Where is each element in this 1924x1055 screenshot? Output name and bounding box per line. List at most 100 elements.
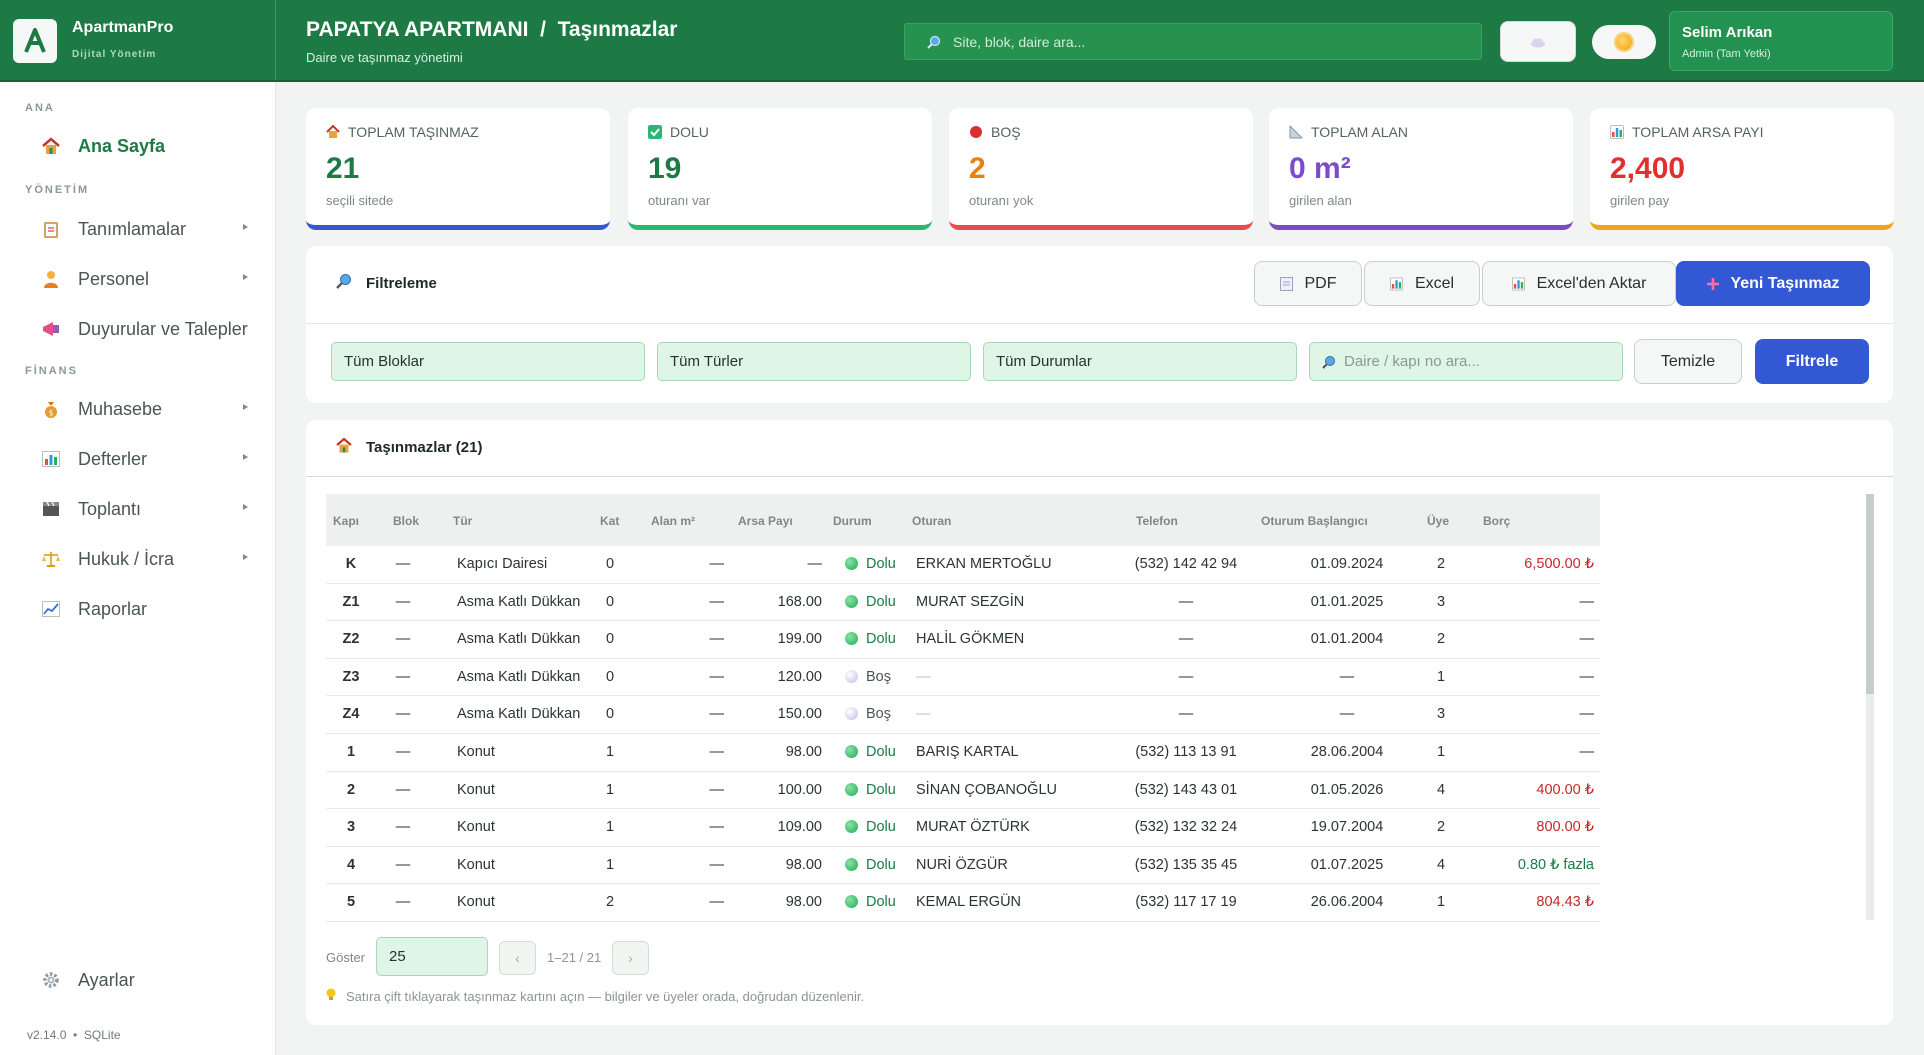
cell-kapi: 5 bbox=[346, 894, 356, 911]
table-row[interactable]: K — Kapıcı Dairesi 0 — — Dolu ERKAN MERTOĞLU (53… bbox=[326, 546, 1600, 584]
sidebar-item-label: Toplantı bbox=[78, 498, 142, 519]
prev-page-button[interactable]: ‹ bbox=[499, 941, 536, 975]
table-row[interactable]: Z1 — Asma Katlı Dükkan 0 — 168.00 Dolu MURAT SE… bbox=[326, 584, 1600, 622]
cell-tel: (532) 117 17 19 bbox=[1135, 894, 1237, 911]
col-oturan[interactable]: Oturan bbox=[912, 514, 951, 528]
col-tur[interactable]: Tür bbox=[453, 514, 472, 528]
sidebar-item-muhasebe[interactable]: $ Muhasebe bbox=[38, 390, 260, 428]
col-telefon[interactable]: Telefon bbox=[1136, 514, 1178, 528]
cell-bas: — bbox=[1339, 668, 1355, 685]
status-select[interactable]: Tüm Durumlar bbox=[983, 342, 1297, 381]
cell-tur: Asma Katlı Dükkan bbox=[457, 631, 581, 648]
col-arsa[interactable]: Arsa Payı bbox=[738, 514, 793, 528]
stat-note: oturanı var bbox=[648, 193, 711, 208]
cell-bas: 01.07.2025 bbox=[1310, 856, 1384, 873]
global-search[interactable] bbox=[904, 23, 1482, 60]
cell-blok: — bbox=[395, 819, 411, 836]
excel-import-button[interactable]: Excel'den Aktar bbox=[1482, 261, 1676, 306]
col-blok[interactable]: Blok bbox=[393, 514, 419, 528]
cell-oturan: ERKAN MERTOĞLU bbox=[916, 556, 1052, 572]
table-row[interactable]: Z3 — Asma Katlı Dükkan 0 — 120.00 Boş — — — 1 — bbox=[326, 659, 1600, 697]
mode-toggle-button[interactable] bbox=[1592, 25, 1656, 59]
col-alan[interactable]: Alan m² bbox=[651, 514, 695, 528]
table-row[interactable]: 2 — Konut 1 — 100.00 Dolu SİNAN ÇOBANOĞLU (532) … bbox=[326, 772, 1600, 810]
home-icon bbox=[38, 136, 64, 156]
cell-oturan: SİNAN ÇOBANOĞLU bbox=[916, 781, 1057, 798]
user-menu[interactable]: Selim Arıkan Admin (Tam Yetki) bbox=[1669, 11, 1893, 71]
vacant-status-icon bbox=[845, 669, 858, 683]
cell-arsa: — bbox=[807, 556, 823, 572]
cell-blok: — bbox=[395, 593, 411, 610]
table-scrollbar[interactable] bbox=[1866, 494, 1874, 920]
stat-card-total: TOPLAM TAŞINMAZ 21 seçili sitede bbox=[306, 108, 610, 230]
cell-arsa: 150.00 bbox=[777, 706, 822, 723]
bar-chart-icon bbox=[1389, 277, 1403, 290]
app-logo[interactable] bbox=[13, 19, 57, 63]
pdf-button[interactable]: PDF bbox=[1254, 261, 1362, 306]
sidebar-item-personel[interactable]: Personel bbox=[38, 260, 260, 298]
cell-tel: — bbox=[1178, 668, 1194, 685]
page-size-input[interactable]: 25 bbox=[376, 937, 488, 976]
cell-kat: 1 bbox=[605, 819, 615, 836]
filter-panel: Filtreleme PDF Excel Excel'den Aktar Yen… bbox=[306, 246, 1893, 403]
cell-bas: 28.06.2004 bbox=[1310, 744, 1384, 760]
theme-toggle-button[interactable] bbox=[1500, 21, 1576, 62]
col-uye[interactable]: Üye bbox=[1427, 514, 1449, 528]
table-row[interactable]: 3 — Konut 1 — 109.00 Dolu MURAT ÖZTÜRK (532) 132… bbox=[326, 809, 1600, 847]
table-row[interactable]: Z4 — Asma Katlı Dükkan 0 — 150.00 Boş — — — 3 — bbox=[326, 696, 1600, 734]
new-property-button[interactable]: Yeni Taşınmaz bbox=[1676, 261, 1870, 306]
cell-arsa: 168.00 bbox=[777, 593, 822, 610]
cell-tur: Asma Katlı Dükkan bbox=[457, 668, 581, 685]
plus-icon bbox=[1707, 277, 1720, 290]
col-durum[interactable]: Durum bbox=[833, 514, 872, 528]
divider bbox=[306, 323, 1893, 324]
col-kat[interactable]: Kat bbox=[600, 514, 619, 528]
cell-bas: 01.09.2024 bbox=[1310, 556, 1384, 572]
sidebar-item-toplanti[interactable]: Toplantı bbox=[38, 490, 260, 528]
table-row[interactable]: 5 — Konut 2 — 98.00 Dolu KEMAL ERGÜN (532) 117 1… bbox=[326, 884, 1600, 922]
scales-icon bbox=[38, 549, 64, 569]
cell-kapi: Z4 bbox=[342, 706, 360, 723]
clear-button[interactable]: Temizle bbox=[1634, 339, 1742, 384]
sidebar-item-ana-sayfa[interactable]: Ana Sayfa bbox=[38, 127, 260, 165]
bar-chart-icon bbox=[38, 449, 64, 469]
person-icon bbox=[38, 269, 64, 289]
table-row[interactable]: Z2 — Asma Katlı Dükkan 0 — 199.00 Dolu HALİL GÖ… bbox=[326, 621, 1600, 659]
bar-chart-icon bbox=[1610, 125, 1624, 139]
cell-bas: 01.01.2004 bbox=[1310, 631, 1384, 648]
excel-button[interactable]: Excel bbox=[1364, 261, 1480, 306]
stat-note: oturanı yok bbox=[969, 193, 1034, 208]
app-version: v2.14.0 • SQLite bbox=[27, 1028, 121, 1042]
table-row[interactable]: 4 — Konut 1 — 98.00 Dolu NURİ ÖZGÜR (532) 135 35… bbox=[326, 847, 1600, 885]
block-select[interactable]: Tüm Bloklar bbox=[331, 342, 645, 381]
cell-alan: — bbox=[709, 856, 725, 873]
page-info: 1–21 / 21 bbox=[547, 950, 602, 965]
user-role: Admin (Tam Yetki) bbox=[1682, 48, 1771, 60]
cell-blok: — bbox=[395, 894, 411, 911]
occupied-status-icon bbox=[845, 745, 858, 758]
col-borc[interactable]: Borç bbox=[1483, 514, 1510, 528]
scrollbar-thumb[interactable] bbox=[1866, 494, 1874, 694]
cell-borc: — bbox=[1579, 593, 1595, 610]
type-select[interactable]: Tüm Türler bbox=[657, 342, 971, 381]
col-baslangic[interactable]: Oturum Başlangıcı bbox=[1261, 514, 1368, 528]
occupied-status-icon bbox=[845, 557, 858, 570]
door-search-field[interactable]: Daire / kapı no ara... bbox=[1309, 342, 1623, 381]
next-page-button[interactable]: › bbox=[612, 941, 649, 975]
table-row[interactable]: 1 — Konut 1 — 98.00 Dolu BARIŞ KARTAL (532) 113 … bbox=[326, 734, 1600, 772]
cell-bas: 01.05.2026 bbox=[1310, 781, 1384, 798]
sidebar-item-ayarlar[interactable]: Ayarlar bbox=[38, 961, 260, 999]
sidebar-item-raporlar[interactable]: Raporlar bbox=[38, 590, 260, 628]
global-search-input[interactable] bbox=[953, 24, 1473, 59]
col-kapi[interactable]: Kapı bbox=[333, 514, 359, 528]
sidebar-item-hukuk[interactable]: Hukuk / İcra bbox=[38, 540, 260, 578]
sidebar-item-duyurular[interactable]: Duyurular ve Talepler bbox=[38, 310, 260, 348]
sidebar-item-tanimlamalar[interactable]: Tanımlamalar bbox=[38, 210, 260, 248]
excel-import-label: Excel'den Aktar bbox=[1536, 274, 1647, 292]
sidebar-item-defterler[interactable]: Defterler bbox=[38, 440, 260, 478]
cell-kat: 2 bbox=[605, 894, 615, 911]
apply-filter-label: Filtrele bbox=[1785, 352, 1839, 370]
cell-blok: — bbox=[395, 668, 411, 685]
apply-filter-button[interactable]: Filtrele bbox=[1755, 339, 1869, 384]
sidebar-item-label: Muhasebe bbox=[78, 398, 163, 419]
